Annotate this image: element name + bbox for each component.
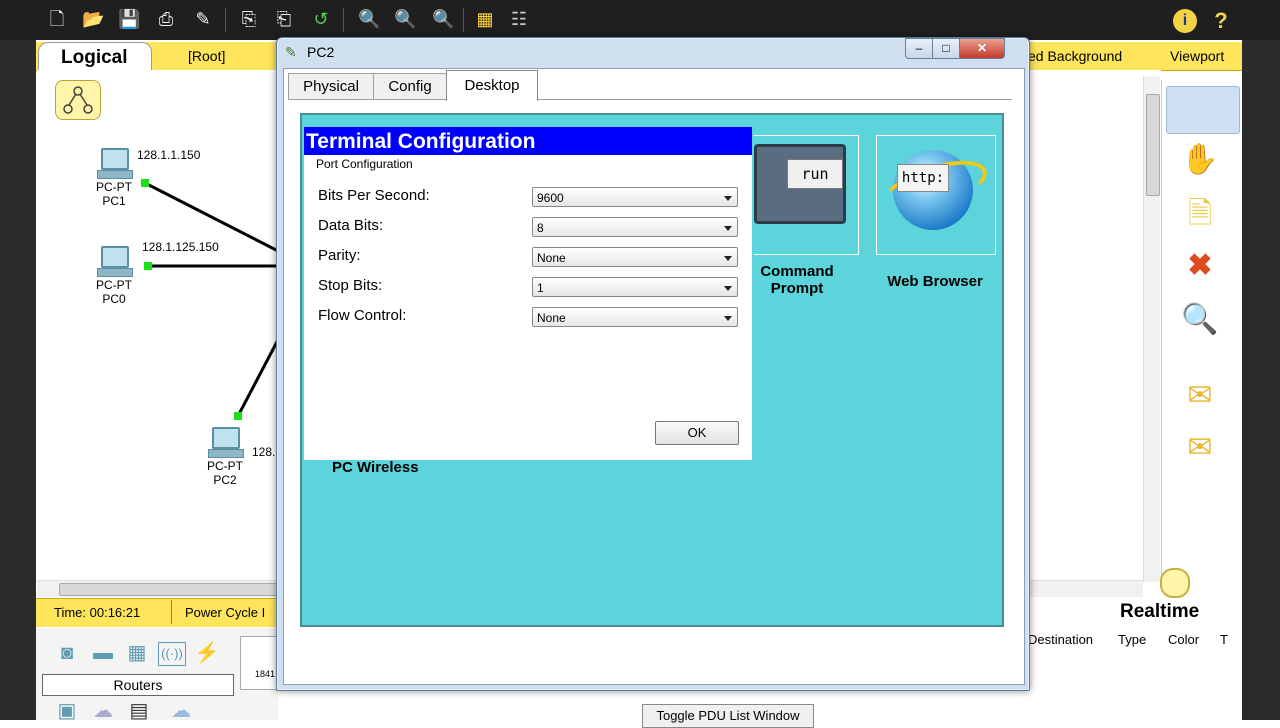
web-browser-app[interactable]: http: <box>876 135 996 255</box>
pc-icon <box>208 427 244 459</box>
switches-category-icon[interactable]: ▬ <box>90 642 116 664</box>
chevron-down-icon <box>724 226 732 231</box>
pc-window-icon: ✎ <box>285 44 297 60</box>
connections-category-icon[interactable]: ⚡ <box>194 642 220 664</box>
ok-button[interactable]: OK <box>655 421 739 445</box>
tab-config[interactable]: Config <box>373 73 447 100</box>
pdu-list-headers: Destination Type Color T <box>1028 630 1242 650</box>
minimize-button[interactable]: – <box>905 38 933 59</box>
window-titlebar[interactable]: ✎ PC2 – □ ✕ <box>277 38 1029 68</box>
device-type: PC-PT <box>207 459 243 473</box>
column-header[interactable]: Type <box>1118 632 1146 647</box>
device-type: PC-PT <box>96 180 132 194</box>
close-button[interactable]: ✕ <box>959 38 1005 59</box>
select-value: None <box>537 251 566 265</box>
command-prompt-label-line: Command <box>760 263 834 280</box>
command-prompt-icon: run <box>754 144 846 224</box>
device-ip: 128. <box>252 445 276 459</box>
pc-wireless-label[interactable]: PC Wireless <box>332 459 442 476</box>
column-header[interactable]: Destination <box>1028 632 1093 647</box>
common-tools-bar: ✋ 🗎 ✖ 🔍 ✉ ✉ <box>1161 80 1242 580</box>
device-name: PC1 <box>102 194 126 208</box>
device-pc1[interactable]: PC-PT PC1 <box>84 148 144 208</box>
column-header[interactable]: T <box>1220 632 1228 647</box>
window-client-area: Physical Config Desktop run Command Prom… <box>283 68 1025 685</box>
command-prompt-label[interactable]: Command Prompt <box>742 263 852 297</box>
device-model-label[interactable]: 1841 <box>255 669 275 679</box>
link-pc2[interactable] <box>236 335 282 417</box>
note-icon[interactable]: 🗎 <box>1172 192 1228 236</box>
multiuser-category-icon[interactable]: ☁ <box>168 700 194 722</box>
add-simple-pdu-icon[interactable]: ✉ <box>1172 374 1228 418</box>
tab-desktop[interactable]: Desktop <box>446 70 538 101</box>
select-value: 8 <box>537 221 544 235</box>
chevron-down-icon <box>724 256 732 261</box>
pc-icon <box>97 148 133 180</box>
device-pc0[interactable]: PC-PT PC0 <box>84 246 144 306</box>
device-pc2[interactable]: PC-PT PC2 <box>195 427 255 487</box>
terminal-configuration-dialog: Terminal Configuration Port Configuratio… <box>304 127 752 460</box>
desktop-area: run Command Prompt http: Web Browser PC … <box>300 113 1004 627</box>
chevron-down-icon <box>724 196 732 201</box>
select-value: 1 <box>537 281 544 295</box>
web-browser-label[interactable]: Web Browser <box>872 273 998 290</box>
device-ip: 128.1.1.150 <box>137 148 201 162</box>
bits-per-second-label: Bits Per Second: <box>318 187 430 204</box>
flow-control-select[interactable]: None <box>532 307 738 327</box>
device-category-label: Routers <box>42 674 234 696</box>
chevron-down-icon <box>724 316 732 321</box>
command-prompt-app[interactable]: run <box>754 135 859 255</box>
device-name: PC0 <box>102 292 126 306</box>
run-text: run <box>787 159 843 189</box>
link-status-dot <box>234 412 242 420</box>
chevron-down-icon <box>724 286 732 291</box>
realtime-clock-icon[interactable] <box>1160 568 1190 598</box>
maximize-button[interactable]: □ <box>932 38 960 59</box>
move-hand-icon[interactable]: ✋ <box>1172 138 1228 182</box>
pc2-window: ✎ PC2 – □ ✕ Physical Config Desktop run … <box>276 37 1030 691</box>
realtime-mode-label[interactable]: Realtime <box>1120 601 1199 623</box>
bits-per-second-select[interactable]: 9600 <box>532 187 738 207</box>
device-type: PC-PT <box>96 278 132 292</box>
link-status-dot <box>144 262 152 270</box>
command-prompt-label-line: Prompt <box>770 280 824 297</box>
column-header[interactable]: Color <box>1168 632 1199 647</box>
wan-emulation-category-icon[interactable]: ☁ <box>90 700 116 722</box>
pc-icon <box>97 246 133 278</box>
end-devices-category-icon[interactable]: ▣ <box>54 700 80 722</box>
stop-bits-label: Stop Bits: <box>318 277 383 294</box>
delete-icon[interactable]: ✖ <box>1172 244 1228 288</box>
device-name: PC2 <box>213 473 237 487</box>
device-ip: 128.1.125.150 <box>142 240 219 254</box>
wireless-category-icon[interactable]: ((·)) <box>158 642 186 666</box>
flow-control-label: Flow Control: <box>318 307 407 324</box>
window-title: PC2 <box>307 44 335 60</box>
tab-divider <box>288 99 1012 100</box>
custom-devices-category-icon[interactable]: ▤ <box>126 700 152 722</box>
tab-physical[interactable]: Physical <box>288 73 374 100</box>
parity-select[interactable]: None <box>532 247 738 267</box>
http-text: http: <box>897 164 949 192</box>
section-label: Port Configuration <box>316 157 413 171</box>
inspect-icon[interactable]: 🔍 <box>1172 298 1228 342</box>
hubs-category-icon[interactable]: ▦ <box>124 642 150 664</box>
add-complex-pdu-icon[interactable]: ✉ <box>1172 426 1228 470</box>
data-bits-select[interactable]: 8 <box>532 217 738 237</box>
toggle-pdu-list-button[interactable]: Toggle PDU List Window <box>642 704 814 728</box>
power-cycle-button[interactable]: Power Cycle I <box>185 605 265 620</box>
select-value: None <box>537 311 566 325</box>
canvas-vertical-scrollbar[interactable] <box>1143 76 1160 582</box>
status-separator <box>171 600 172 624</box>
select-value: 9600 <box>537 191 564 205</box>
data-bits-label: Data Bits: <box>318 217 384 234</box>
parity-label: Parity: <box>318 247 361 264</box>
select-tool-button[interactable] <box>1166 86 1240 134</box>
stop-bits-select[interactable]: 1 <box>532 277 738 297</box>
routers-category-icon[interactable]: ◙ <box>54 642 80 664</box>
time-display: Time: 00:16:21 <box>54 605 141 620</box>
dialog-title: Terminal Configuration <box>304 127 752 155</box>
